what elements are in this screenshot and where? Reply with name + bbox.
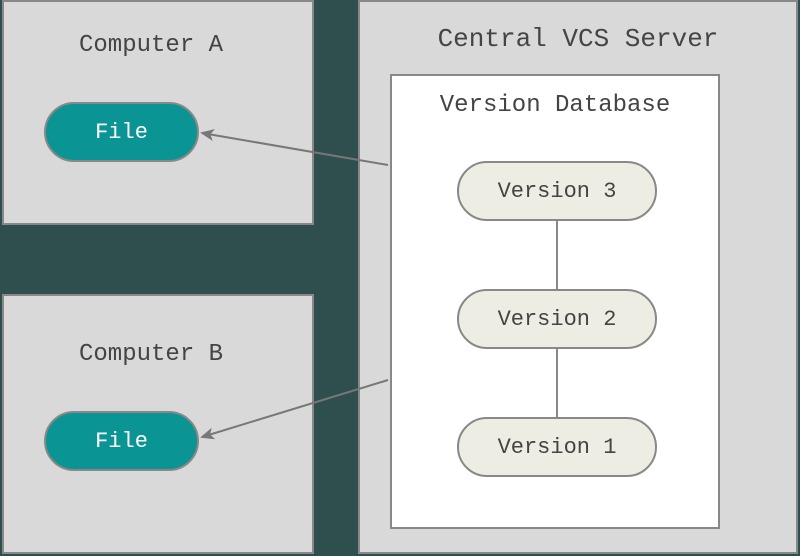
computer-a-file-label: File	[95, 120, 148, 145]
version-3-label: Version 3	[498, 179, 617, 204]
server-panel: Central VCS Server Version Database Vers…	[358, 0, 798, 554]
computer-a-file: File	[44, 102, 199, 162]
computer-b-title: Computer B	[79, 341, 223, 368]
version-2-label: Version 2	[498, 307, 617, 332]
diagram-stage: Computer A File Computer B File Central …	[0, 0, 800, 556]
version-1: Version 1	[457, 417, 657, 477]
version-database: Version Database Version 3 Version 2 Ver…	[390, 74, 720, 529]
version-3: Version 3	[457, 161, 657, 221]
computer-a-panel: Computer A File	[2, 0, 314, 225]
connector-3-2	[556, 221, 558, 289]
computer-b-file: File	[44, 411, 199, 471]
server-title: Central VCS Server	[360, 24, 796, 54]
computer-b-file-label: File	[95, 429, 148, 454]
version-1-label: Version 1	[498, 435, 617, 460]
connector-2-1	[556, 349, 558, 417]
computer-b-panel: Computer B File	[2, 294, 314, 554]
version-database-title: Version Database	[392, 92, 718, 119]
computer-a-title: Computer A	[79, 32, 223, 59]
version-2: Version 2	[457, 289, 657, 349]
